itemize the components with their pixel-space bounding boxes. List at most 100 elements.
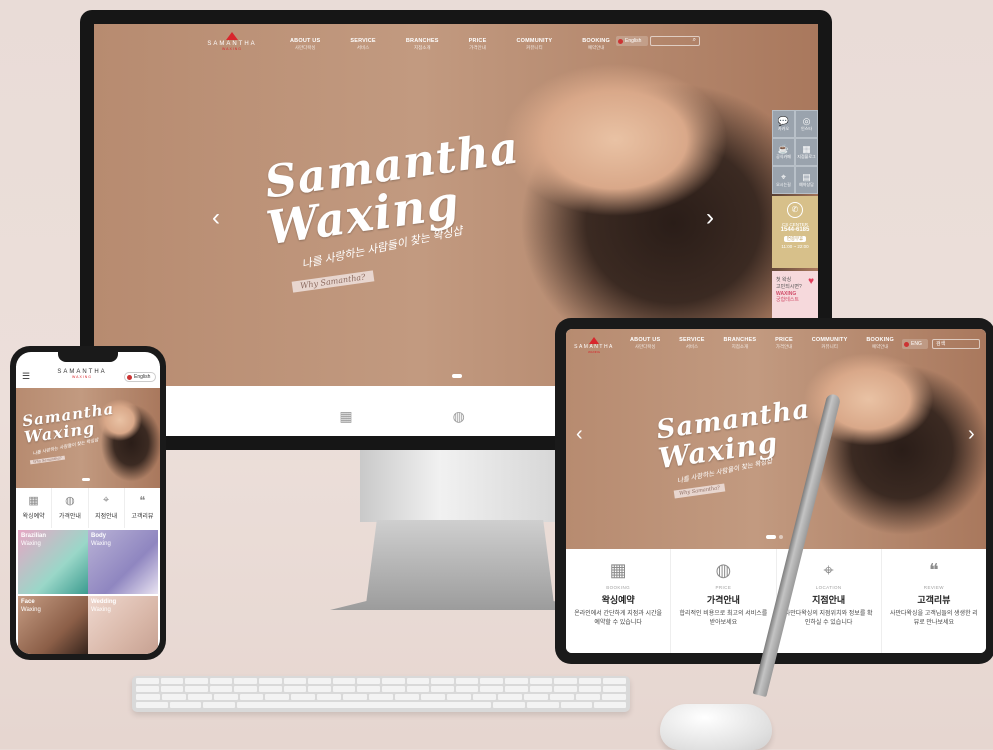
hamburger-icon[interactable]: ☰ (22, 371, 30, 382)
nav-label: PRICE (468, 38, 487, 44)
phone-header: ☰ SAMANTHA WAXING English (16, 366, 160, 388)
cs-center[interactable]: ✆ CS CENTER 1544-6185 연중무휴 11:00 ~ 22:00 (772, 196, 818, 268)
feature-title: 고객리뷰 (917, 595, 951, 605)
feature-desc: 온라인에서 간단하게 지점과 시간을 예약할 수 있습니다 (574, 611, 663, 626)
quick-item-instagram[interactable]: ◎ 인스타 (795, 110, 818, 138)
quick-price[interactable]: ◍ 가격안내 (52, 488, 89, 528)
nav-community[interactable]: COMMUNITY 커뮤니티 (517, 38, 553, 51)
lang-select[interactable]: ENG (902, 339, 928, 349)
search-box[interactable]: 검색 (932, 339, 980, 349)
tablet-logo[interactable]: SAMANTHA WAXING (570, 337, 618, 354)
quick-item-reservation[interactable]: ▤ 예약상담 (795, 166, 818, 194)
cs-hours: 11:00 ~ 22:00 (781, 244, 809, 249)
nav-label: SERVICE (679, 337, 705, 343)
nav-label: ABOUT US (630, 337, 661, 343)
phone-screen: ☰ SAMANTHA WAXING English Samantha Waxin… (16, 352, 160, 654)
mouse (660, 704, 772, 750)
quick-item-kakao[interactable]: 💬 카카오 (772, 110, 795, 138)
tile-title: Face (21, 599, 35, 605)
nav-sublabel: 지점소개 (731, 344, 749, 349)
feature-desc: 사만다왁싱을 고객님들의 생생한 리뷰로 만나보세요 (889, 611, 978, 626)
nav-label: BOOKING (582, 38, 610, 44)
nav-sublabel: 서비스 (685, 344, 699, 349)
nav-sublabel: 가격안내 (469, 45, 486, 50)
nav-price[interactable]: PRICE 가격안내 (469, 38, 487, 51)
service-tile-brazilian[interactable]: Brazilian Waxing (18, 530, 88, 594)
feature-title: 지점안내 (812, 595, 846, 605)
quick-label: 고객리뷰 (131, 514, 154, 520)
service-tile-wedding[interactable]: Wedding Waxing (88, 596, 158, 654)
lang-label: English (625, 38, 642, 44)
calendar-icon: ▤ (802, 171, 811, 182)
phone-logo[interactable]: SAMANTHA WAXING (52, 369, 112, 379)
feature-booking[interactable]: ▦ BOOKING 왁싱예약 온라인에서 간단하게 지점과 시간을 예약할 수 있습니… (566, 549, 672, 653)
flag-icon (127, 374, 132, 380)
quick-booking[interactable]: ▦ 왁싱예약 (16, 488, 53, 528)
service-tile-face[interactable]: Face Waxing (18, 596, 88, 654)
price-icon: ◍ (715, 560, 732, 580)
search-box[interactable]: ⌕ (650, 36, 700, 46)
nav-price[interactable]: PRICE 가격안내 (775, 337, 793, 350)
quick-label: 예약상담 (799, 181, 814, 187)
nav-booking[interactable]: BOOKING 예약안내 (866, 337, 894, 350)
quick-label: 공식카페 (776, 153, 791, 159)
calendar-icon[interactable]: ▦ (339, 408, 352, 436)
event-banner[interactable]: 첫 왁싱 고민되시면? WAXING 궁합테스트 ♥ (772, 271, 818, 319)
phone-icon: ✆ (787, 202, 803, 218)
nav-branches[interactable]: BRANCHES 지점소개 (723, 337, 756, 350)
hero-pagination[interactable] (766, 535, 783, 539)
quick-item-blog[interactable]: ▦ 지점블로그 (795, 138, 818, 166)
nav-booking[interactable]: BOOKING 예약안내 (582, 38, 610, 51)
desktop-logo[interactable]: SAMANTHA WAXING (202, 32, 262, 51)
nav-sublabel: 서비스 (356, 45, 370, 50)
quick-label: 가격안내 (58, 514, 81, 520)
nav-service[interactable]: SERVICE 서비스 (350, 38, 375, 51)
quick-location[interactable]: ⌖ 지점안내 (89, 488, 125, 528)
pagination-dot-active[interactable] (766, 535, 776, 539)
nav-branches[interactable]: BRANCHES 지점소개 (406, 38, 439, 51)
nav-label: ABOUT US (290, 38, 321, 44)
blog-icon: ▦ (802, 143, 811, 154)
logo-sub: WAXING (71, 375, 93, 379)
hero-prev-arrow[interactable]: ‹ (576, 423, 583, 446)
coffee-icon: ☕ (777, 143, 790, 154)
nav-service[interactable]: SERVICE 서비스 (679, 337, 704, 350)
hero-prev-arrow[interactable]: ‹ (212, 204, 220, 232)
nav-about[interactable]: ABOUT US 사만다왁싱 (630, 337, 660, 350)
nav-community[interactable]: COMMUNITY 커뮤니티 (812, 337, 848, 350)
quick-item-location[interactable]: ⌖ 오시는길 (772, 166, 795, 194)
feature-en: REVIEW (923, 585, 944, 590)
nav-label: COMMUNITY (811, 337, 848, 343)
tile-title: Brazilian (21, 533, 47, 539)
hero-next-arrow[interactable]: › (968, 423, 975, 446)
hero-pagination-dot[interactable] (452, 374, 462, 378)
price-icon[interactable]: ◍ (453, 408, 465, 436)
feature-price[interactable]: ◍ PRICE 가격안내 합리적인 비용으로 최고의 서비스를 받아보세요 (671, 549, 777, 653)
service-tile-body[interactable]: Body Waxing (88, 530, 158, 594)
hero-why-tag[interactable]: Why Samantha? (291, 270, 374, 293)
monitor-neck (360, 450, 560, 522)
hero-why-tag[interactable]: Why Samantha? (673, 483, 726, 499)
lang-select[interactable]: English (616, 36, 648, 46)
quick-item-cafe[interactable]: ☕ 공식카페 (772, 138, 795, 166)
feature-review[interactable]: ❝ REVIEW 고객리뷰 사만다왁싱을 고객님들의 생생한 리뷰로 만나보세요 (882, 549, 986, 653)
search-placeholder: 검색 (936, 341, 946, 347)
quick-review[interactable]: ❝ 고객리뷰 (125, 488, 160, 528)
phone-notch (58, 352, 118, 362)
instagram-icon: ◎ (802, 115, 811, 126)
nav-sublabel: 예약안내 (871, 344, 889, 349)
location-icon: ⌖ (780, 171, 787, 182)
pagination-dot[interactable] (779, 535, 783, 539)
nav-about[interactable]: ABOUT US 사만다왁싱 (290, 38, 320, 51)
logo-triangle-icon (226, 32, 238, 40)
lang-select[interactable]: English (124, 372, 156, 382)
monitor-stand (330, 520, 590, 610)
logo-triangle-icon (589, 337, 599, 344)
quick-label: 왁싱예약 (22, 514, 45, 520)
heart-icon: ♥ (808, 276, 814, 287)
hero-pagination-dot[interactable] (82, 478, 90, 481)
hero-next-arrow[interactable]: › (706, 204, 714, 232)
phone-device: ☰ SAMANTHA WAXING English Samantha Waxin… (10, 346, 166, 660)
hero-why-tag[interactable]: Why Samantha? (29, 455, 65, 465)
cs-phone: 1544-6185 (780, 227, 810, 233)
